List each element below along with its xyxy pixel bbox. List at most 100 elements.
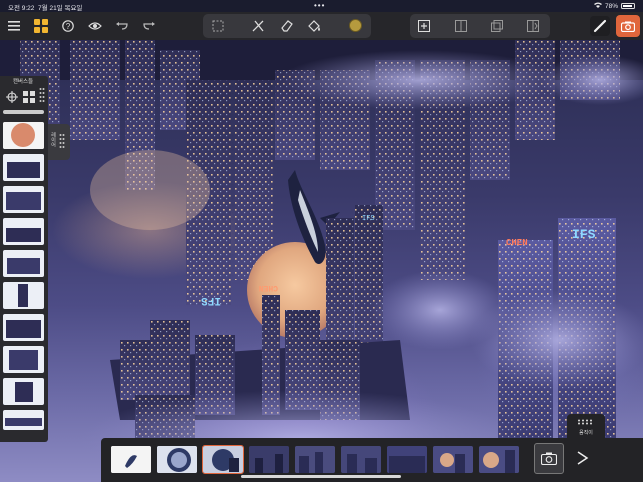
- selection-button[interactable]: [209, 17, 227, 35]
- eye-icon: [88, 22, 102, 30]
- crosshair-icon: [6, 91, 18, 103]
- sign-ifs-small: IFS: [362, 215, 375, 223]
- artwork-canvas[interactable]: IFS CHEN IFS IFS CHEN: [0, 40, 643, 482]
- eraser-icon: [281, 20, 293, 32]
- drag-handle[interactable]: [39, 87, 45, 110]
- layer-thumb-image: [3, 410, 44, 430]
- eraser-button[interactable]: [278, 17, 296, 35]
- timeline-frame[interactable]: [157, 446, 197, 473]
- timeline-frame[interactable]: [433, 446, 473, 473]
- layer-thumb-image: [3, 122, 44, 149]
- layer-thumb-image: [3, 218, 44, 245]
- top-toolbar: ?: [0, 12, 643, 40]
- layer-item[interactable]: [3, 122, 44, 149]
- sign-ifs-inverted: IFS: [201, 294, 221, 306]
- layer-panel-title: 캔버스들: [12, 79, 34, 85]
- split-frame-button[interactable]: [452, 17, 470, 35]
- crosshair-button[interactable]: [6, 90, 18, 108]
- status-date: 7월 21일 목요일: [38, 5, 83, 12]
- timeline-scrubber[interactable]: [241, 475, 401, 478]
- layer-thumb-image: [3, 378, 44, 405]
- timeline-frame[interactable]: [341, 446, 381, 473]
- frame-tool-group: [410, 14, 550, 38]
- clone-icon: [491, 20, 503, 32]
- sign-chen-inverted: CHEN: [259, 283, 278, 292]
- frame-thumb-image: [157, 446, 197, 473]
- multitask-dots[interactable]: •••: [314, 1, 325, 10]
- menu-icon: [8, 21, 20, 31]
- layer-item[interactable]: [3, 218, 44, 245]
- drag-handle-icon: [39, 88, 45, 102]
- reference-button[interactable]: [86, 17, 104, 35]
- tool-group: [203, 14, 371, 38]
- help-button[interactable]: ?: [59, 17, 77, 35]
- frame-thumb-image: [433, 446, 473, 473]
- frame-thumb-image: [341, 446, 381, 473]
- animation-settings-label: 움직이: [579, 430, 593, 436]
- color-swatch[interactable]: [349, 19, 362, 32]
- timeline-frame[interactable]: [479, 446, 519, 473]
- timeline-frame[interactable]: [295, 446, 335, 473]
- help-icon: ?: [62, 20, 74, 32]
- menu-button[interactable]: [5, 17, 23, 35]
- frame-thumb-image: [203, 446, 243, 473]
- undo-button[interactable]: [113, 17, 131, 35]
- animation-settings-tab[interactable]: 움직이: [567, 414, 605, 438]
- play-icon: [577, 451, 589, 465]
- status-bar: 오전 9:22 7월 21일 목요일 ••• 78%: [0, 0, 643, 12]
- add-frame-icon: [418, 20, 430, 32]
- redo-icon: [143, 22, 155, 30]
- status-time: 오전 9:22: [8, 5, 35, 12]
- timeline-frame[interactable]: [249, 446, 289, 473]
- status-datetime: 오전 9:22 7월 21일 목요일: [8, 2, 82, 12]
- status-right: 78%: [593, 2, 635, 10]
- layer-tab[interactable]: 레이어: [48, 124, 70, 160]
- layer-thumb-image: [3, 250, 44, 277]
- split-icon: [455, 20, 467, 32]
- timeline-frame[interactable]: [387, 446, 427, 473]
- play-button[interactable]: [575, 451, 589, 465]
- layer-panel-tools: [0, 85, 48, 107]
- gallery-button[interactable]: [32, 17, 50, 35]
- layer-item[interactable]: [3, 346, 44, 373]
- layer-thumb-image: [3, 346, 44, 373]
- layer-panel: 캔버스들: [0, 76, 48, 442]
- sign-chen: CHEN: [506, 238, 528, 248]
- layer-item[interactable]: [3, 378, 44, 405]
- svg-text:?: ?: [66, 22, 71, 31]
- camera-icon: [541, 452, 557, 465]
- grid-icon: [23, 91, 35, 103]
- layer-item[interactable]: [3, 314, 44, 341]
- layer-item[interactable]: [3, 186, 44, 213]
- layer-item[interactable]: [3, 282, 44, 309]
- clone-frame-button[interactable]: [488, 17, 506, 35]
- frame-thumb-image: [387, 446, 427, 473]
- battery-percent: 78%: [604, 2, 618, 10]
- frame-thumb-image: [249, 446, 289, 473]
- timeline-frame[interactable]: [111, 446, 151, 473]
- drag-handle-icon: [59, 134, 65, 148]
- layer-item[interactable]: [3, 250, 44, 277]
- flip-icon: [527, 20, 539, 32]
- redo-button[interactable]: [140, 17, 158, 35]
- layer-item[interactable]: [3, 154, 44, 181]
- brush-icon: [593, 19, 607, 33]
- fill-button[interactable]: [305, 17, 323, 35]
- artwork-illustration: IFS CHEN IFS IFS CHEN: [0, 40, 643, 482]
- selection-icon: [212, 20, 224, 32]
- undo-icon: [116, 22, 128, 30]
- frame-thumb-image: [111, 446, 151, 473]
- layer-item[interactable]: [3, 410, 44, 430]
- camera-button[interactable]: [616, 15, 640, 37]
- flip-frame-button[interactable]: [524, 17, 542, 35]
- transform-button[interactable]: [249, 17, 267, 35]
- grid-button[interactable]: [23, 90, 35, 108]
- brush-button[interactable]: [590, 16, 610, 36]
- add-frame-button[interactable]: [415, 17, 433, 35]
- layer-thumb-image: [3, 186, 44, 213]
- timeline-frame-active[interactable]: [202, 445, 244, 474]
- frame-thumb-image: [479, 446, 519, 473]
- layer-tab-label: 레이어: [50, 132, 56, 147]
- onion-skin-button[interactable]: [534, 443, 564, 474]
- transform-icon: [252, 20, 264, 32]
